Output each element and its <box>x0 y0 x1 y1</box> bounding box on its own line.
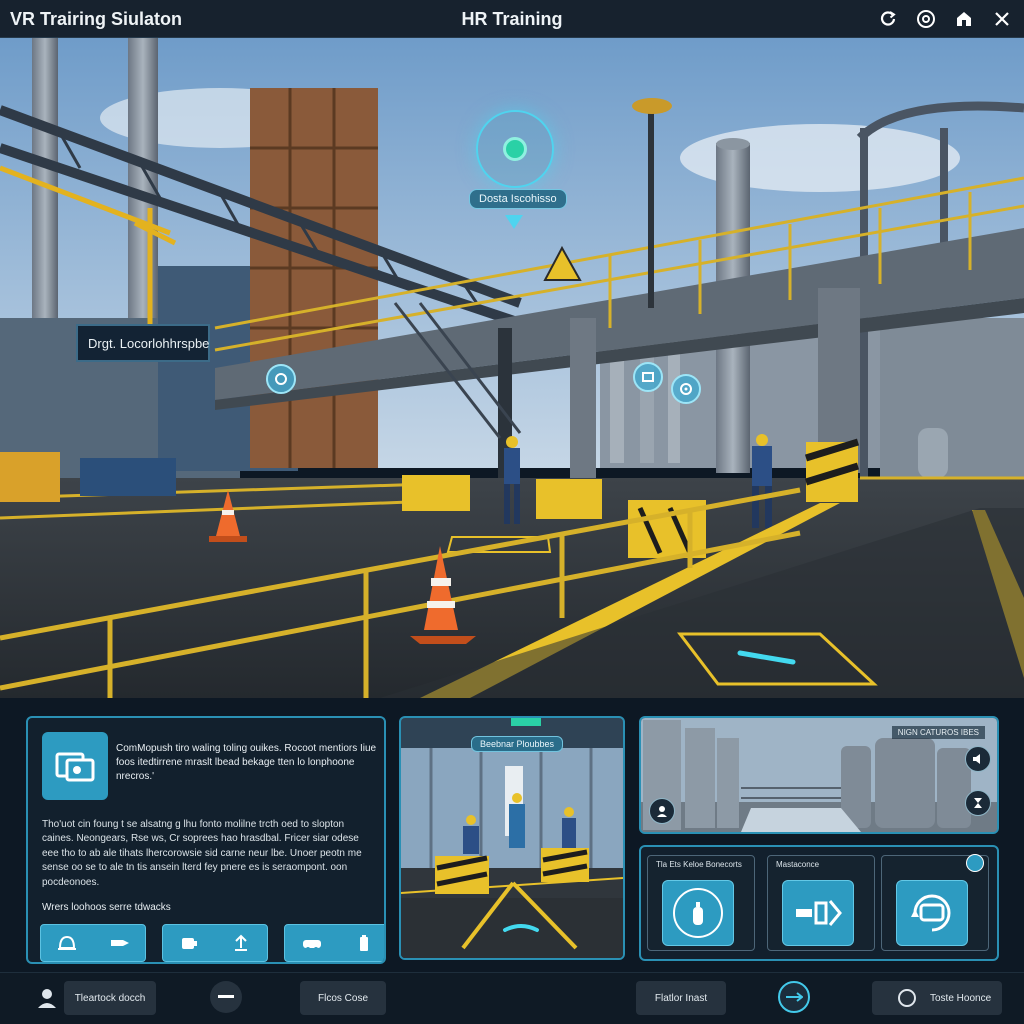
tank-farm-panel[interactable]: NIGN CATUROS IBES <box>639 716 999 834</box>
vehicle-icon <box>302 940 321 951</box>
safety-hotspot-icon[interactable] <box>671 374 701 404</box>
refresh-device-icon <box>911 894 951 932</box>
tools-panel: Tla Ets Keloe Bonecorts Mastaconce <box>639 845 999 961</box>
fire-extinguisher-tool[interactable] <box>662 880 734 946</box>
equipment-tool-button[interactable] <box>162 924 268 962</box>
canister-icon <box>182 938 197 949</box>
briefing-panel: ComMopush tiro waling toling ouikes. Roc… <box>26 716 386 964</box>
tool-card-maintenance[interactable]: Mastaconce <box>767 855 875 951</box>
window-controls <box>876 7 1014 31</box>
valve-icon <box>796 900 842 926</box>
area-sign: Drgt. Locorlohhrspbe <box>76 324 210 362</box>
footer-bar: Tleartock docch Flcos Cose Flatlor Inast… <box>0 972 1024 1024</box>
tutorial-button[interactable]: Tleartock docch <box>64 981 156 1015</box>
gear-icon <box>898 989 916 1007</box>
audio-icon[interactable] <box>965 746 991 772</box>
waypoint-dot <box>503 137 527 161</box>
simulation-viewport[interactable]: Dosta Iscohisso Drgt. Locorlohhrspbe <box>0 38 1024 698</box>
refresh-icon[interactable] <box>876 7 900 31</box>
machine-icon <box>42 732 108 800</box>
focus-close-button[interactable]: Flcos Cose <box>300 981 386 1015</box>
app-title: VR Trairing Siulaton <box>10 9 183 29</box>
settings-icon[interactable] <box>914 7 938 31</box>
extinguisher-icon <box>673 888 723 938</box>
briefing-body: Tho'uot cin foung t se alsatng g lhu fon… <box>42 819 362 888</box>
hourglass-icon[interactable] <box>965 790 991 816</box>
maintenance-tool[interactable] <box>782 880 854 946</box>
drill-icon <box>111 940 129 946</box>
home-icon[interactable] <box>952 7 976 31</box>
briefing-actions <box>40 924 384 962</box>
briefing-subheading: Wrers loohoos serre tdwacks <box>42 902 171 913</box>
briefing-heading: ComMopush tiro waling toling ouikes. Roc… <box>116 743 377 782</box>
title-bar: VR Trairing Siulaton HR Training <box>0 0 1024 38</box>
tool-card-label: Tla Ets Keloe Bonecorts <box>656 860 742 869</box>
helmet-icon <box>58 935 76 950</box>
device-tool[interactable] <box>896 880 968 946</box>
battery-icon <box>359 935 368 951</box>
edit-badge-icon[interactable] <box>966 854 984 872</box>
person-icon[interactable] <box>649 798 675 824</box>
minimize-icon[interactable] <box>210 981 242 1013</box>
tank-farm-label: NIGN CATUROS IBES <box>891 726 985 739</box>
tool-card-protection[interactable]: Tla Ets Keloe Bonecorts <box>647 855 755 951</box>
tool-card-device[interactable] <box>881 854 989 951</box>
camera-view-label: Beebnar Ploubbes <box>471 736 564 752</box>
camera-view-scene <box>401 718 623 958</box>
user-icon[interactable] <box>36 987 58 1014</box>
test-mode-label: Toste Hoonce <box>930 992 992 1004</box>
waypoint-arrow-icon <box>505 215 523 229</box>
tool-card-label: Mastaconce <box>776 860 820 869</box>
tool-hotspot-icon[interactable] <box>633 362 663 392</box>
close-icon[interactable] <box>990 7 1014 31</box>
tool-inspect-button[interactable]: Flatlor Inast <box>636 981 726 1015</box>
helmet-tool-button[interactable] <box>40 924 146 962</box>
upload-icon <box>235 934 247 951</box>
waypoint-label: Dosta Iscohisso <box>469 189 567 209</box>
vehicle-tool-button[interactable] <box>284 924 384 962</box>
teleport-icon[interactable] <box>778 981 810 1013</box>
waypoint-marker[interactable] <box>476 110 554 188</box>
info-hotspot-icon[interactable] <box>266 364 296 394</box>
test-mode-button[interactable]: Toste Hoonce <box>872 981 1002 1015</box>
camera-view-panel[interactable]: Beebnar Ploubbes <box>399 716 625 960</box>
